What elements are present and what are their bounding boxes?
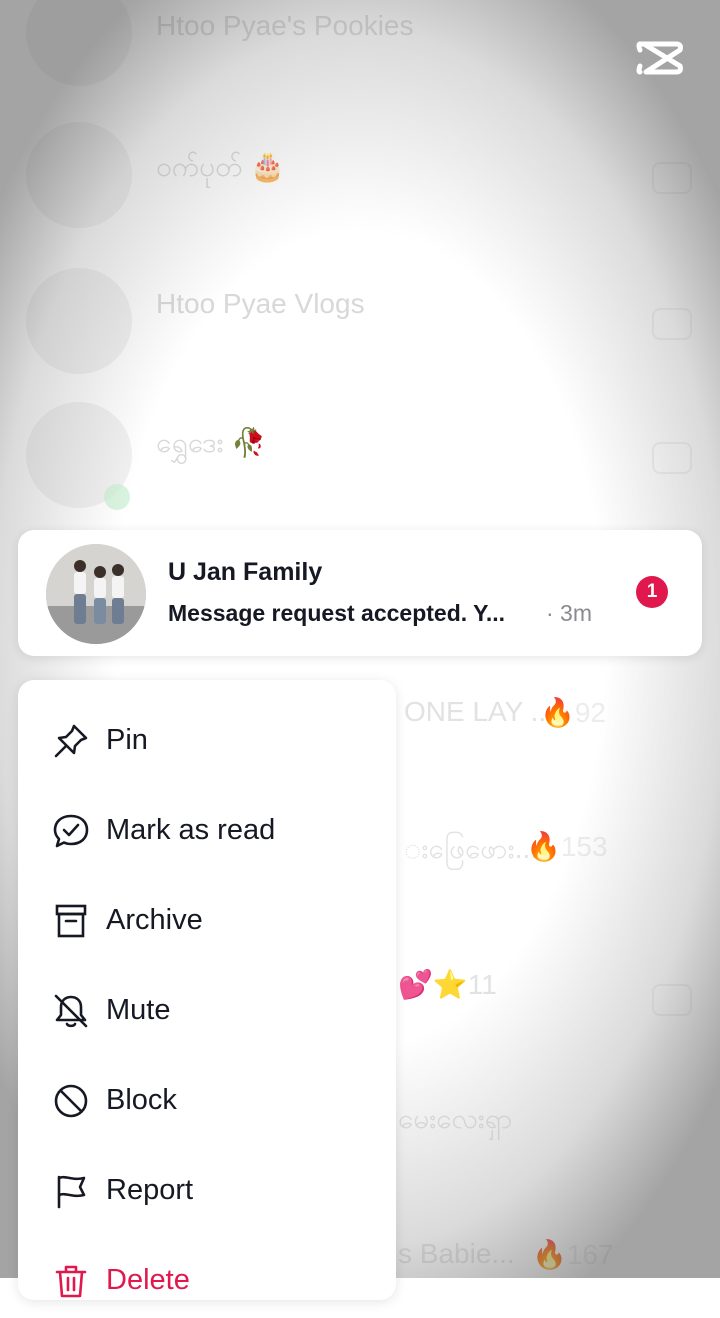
menu-item-label: Report	[106, 1174, 194, 1206]
chat-name: Htoo Pyae Vlogs	[156, 288, 365, 319]
message-time: · 3m	[546, 600, 592, 626]
chat-name: Htoo Pyae's Pookies	[156, 10, 414, 41]
menu-item-mute[interactable]: Mute	[18, 958, 396, 1048]
chat-name: ဝက်ပုတ် 🎂	[156, 151, 285, 182]
menu-item-mark-as-read[interactable]: Mark as read	[18, 778, 396, 868]
chat-name: မေးလေးရှာ	[398, 1103, 513, 1134]
trash-icon	[55, 1265, 87, 1298]
menu-item-pin[interactable]: Pin	[18, 688, 396, 778]
streak-count: 🔥92	[540, 697, 607, 728]
avatar	[26, 268, 132, 374]
chat-name: ရွှေဒေး 🥀	[156, 427, 267, 458]
chat-name: 💕⭐11	[398, 969, 497, 1000]
streak-count: 🔥167	[532, 1239, 614, 1270]
block-icon	[54, 1084, 88, 1118]
chat-name: U Jan Family	[168, 558, 323, 586]
chat-name: s Babie...	[398, 1238, 515, 1269]
capcut-logo-icon	[636, 41, 683, 75]
menu-item-delete[interactable]: Delete	[18, 1228, 396, 1318]
menu-item-report[interactable]: Report	[18, 1138, 396, 1228]
mark-read-icon	[53, 814, 89, 848]
camera-icon[interactable]	[652, 308, 692, 340]
chat-name: းဖြေဖေား...	[404, 833, 539, 864]
camera-icon[interactable]	[652, 162, 692, 194]
pin-icon	[54, 724, 88, 758]
menu-item-archive[interactable]: Archive	[18, 868, 396, 958]
menu-item-block[interactable]: Block	[18, 1048, 396, 1138]
list-item[interactable]: ဝက်ပုတ် 🎂	[0, 112, 720, 247]
last-message-preview: Message request accepted. Y...	[168, 600, 506, 626]
avatar	[46, 544, 146, 644]
camera-icon[interactable]	[652, 984, 692, 1016]
chat-name: ONE LAY ..	[404, 696, 547, 727]
list-item[interactable]: Htoo Pyae Vlogs	[0, 258, 720, 393]
menu-item-label: Pin	[106, 724, 148, 756]
mute-bell-icon	[54, 994, 88, 1028]
flag-icon	[57, 1175, 86, 1209]
online-indicator	[104, 484, 130, 510]
unread-badge: 1	[636, 576, 668, 608]
chat-context-menu: Pin Mark as read Archive Mute Block Repo…	[18, 680, 396, 1300]
group-photo-icon	[46, 544, 146, 644]
archive-icon	[55, 904, 87, 938]
menu-item-label: Delete	[106, 1264, 190, 1296]
menu-item-label: Mark as read	[106, 814, 276, 846]
avatar	[26, 0, 132, 86]
streak-count: 🔥153	[526, 831, 608, 862]
selected-chat-row[interactable]: U Jan Family Message request accepted. Y…	[18, 530, 702, 656]
menu-item-label: Mute	[106, 994, 171, 1026]
camera-icon[interactable]	[652, 442, 692, 474]
list-item[interactable]: Htoo Pyae's Pookies	[0, 0, 720, 115]
menu-item-label: Archive	[106, 904, 203, 936]
menu-item-label: Block	[106, 1084, 177, 1116]
avatar	[26, 122, 132, 228]
